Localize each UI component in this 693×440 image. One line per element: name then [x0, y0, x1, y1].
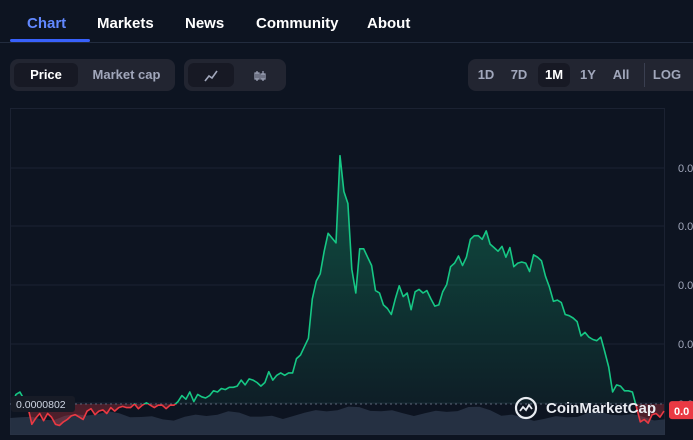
y-tick-label: 0.0: [678, 339, 693, 351]
range-1y-button[interactable]: 1Y: [574, 63, 602, 87]
range-7d-button[interactable]: 7D: [504, 63, 534, 87]
y-tick-label: 0.0: [678, 163, 693, 175]
reference-price-label: 0.0000802: [16, 399, 66, 411]
price-chart-svg: 0.00.00.00.00.0 0.0000802 0.0 CoinMarket…: [10, 108, 693, 435]
reference-price-tag: 0.0000802: [11, 395, 75, 412]
current-price-tag: 0.0: [669, 401, 693, 420]
tab-about[interactable]: About: [367, 15, 410, 32]
tab-community[interactable]: Community: [256, 15, 339, 32]
range-1d-button[interactable]: 1D: [472, 63, 500, 87]
y-tick-label: 0.0: [678, 221, 693, 233]
y-axis-labels: 0.00.00.00.00.0: [678, 163, 693, 411]
price-chart[interactable]: 0.00.00.00.00.0 0.0000802 0.0 CoinMarket…: [10, 108, 693, 435]
range-1m-button[interactable]: 1M: [538, 63, 570, 87]
tab-chart[interactable]: Chart: [27, 15, 66, 32]
tab-markets[interactable]: Markets: [97, 15, 154, 32]
current-price-label: 0.0: [674, 406, 689, 418]
market-cap-button[interactable]: Market cap: [82, 63, 171, 87]
top-nav: Chart Markets News Community About: [0, 0, 693, 43]
metric-toggle: Price Market cap: [10, 59, 175, 91]
watermark-text: CoinMarketCap: [546, 400, 656, 417]
line-chart-icon: [204, 67, 218, 82]
line-chart-button[interactable]: [188, 63, 234, 87]
chart-type-toggle: [184, 59, 286, 91]
candlestick-button[interactable]: [238, 63, 282, 87]
log-scale-button[interactable]: LOG: [644, 63, 689, 87]
y-tick-label: 0.0: [678, 280, 693, 292]
time-range-toggle: 1D 7D 1M 1Y All LOG: [468, 59, 693, 91]
tab-news[interactable]: News: [185, 15, 224, 32]
candlestick-icon: [253, 67, 267, 82]
range-all-button[interactable]: All: [606, 63, 636, 87]
active-tab-indicator: [10, 39, 90, 42]
price-button[interactable]: Price: [14, 63, 78, 87]
